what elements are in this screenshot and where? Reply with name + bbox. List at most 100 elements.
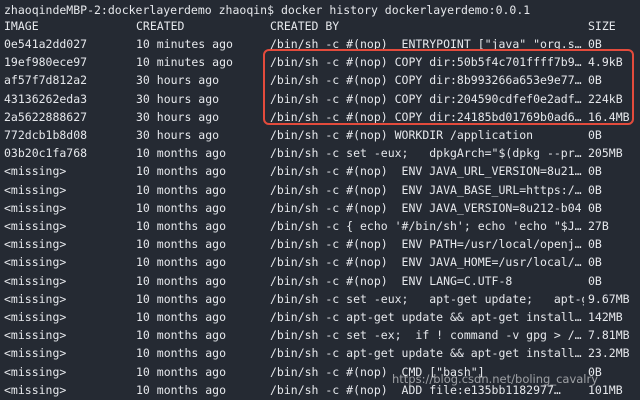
header-image: IMAGE xyxy=(4,19,39,33)
table-row: <missing> 10 months ago/bin/sh -c #(nop) … xyxy=(0,181,640,199)
row-size: 0B xyxy=(588,37,602,51)
row-created-by: /bin/sh -c set -eux; dpkgArch="$(dpkg --… xyxy=(270,146,582,161)
row-created-by: /bin/sh -c #(nop) COPY dir:50b5f4c701fff… xyxy=(270,55,582,70)
row-created: 30 hours ago xyxy=(136,91,220,106)
row-size: 9.67MB xyxy=(588,291,630,306)
row-created-by: /bin/sh -c #(nop) COPY dir:204590cdfef0e… xyxy=(270,91,582,106)
row-created-by: /bin/sh -c apt-get update && apt-get ins… xyxy=(270,346,582,361)
row-created: 10 months ago xyxy=(136,346,227,361)
table-row: <missing> 10 months ago/bin/sh -c set -ex… xyxy=(0,326,640,344)
row-size: 4.9kB xyxy=(588,55,623,70)
row-size: 16.4MB xyxy=(588,109,630,124)
row-size: 7.81MB xyxy=(588,328,630,343)
row-created-by: /bin/sh -c #(nop) COPY dir:8b993266a653e… xyxy=(270,73,582,88)
row-created-by: /bin/sh -c apt-get update && apt-get ins… xyxy=(270,310,582,324)
row-created-by: /bin/sh -c #(nop) ENV JAVA_URL_VERSION=8… xyxy=(270,164,582,179)
row-image-id: <missing> xyxy=(4,310,67,324)
row-created: 10 minutes ago xyxy=(136,37,233,51)
table-header-row: IMAGE CREATED CREATED BY SIZE xyxy=(0,17,640,35)
header-created-by: CREATED BY xyxy=(270,19,340,33)
table-row: 43136262eda3 30 hours ago/bin/sh -c #(nop… xyxy=(0,90,640,108)
table-row: 0e541a2dd027 10 minutes ago/bin/sh -c #(n… xyxy=(0,35,640,53)
row-created: 10 months ago xyxy=(136,328,227,343)
row-created-by: /bin/sh -c #(nop) ENV PATH=/usr/local/op… xyxy=(270,237,582,252)
table-row: <missing> 10 months ago/bin/sh -c apt-get… xyxy=(0,308,640,326)
table-row: 03b20c1fa768 10 months ago/bin/sh -c set … xyxy=(0,144,640,162)
row-image-id: af57f7d812a2 xyxy=(4,73,88,88)
row-created: 10 minutes ago xyxy=(136,55,233,70)
table-row: <missing> 10 months ago/bin/sh -c #(nop) … xyxy=(0,235,640,253)
row-created-by: /bin/sh -c set -eux; apt-get update; apt… xyxy=(270,291,584,306)
row-size: 0B xyxy=(588,273,602,288)
row-image-id: <missing> xyxy=(4,219,67,233)
row-created-by: /bin/sh -c { echo '#/bin/sh'; echo 'echo… xyxy=(270,219,582,233)
row-size: 205MB xyxy=(588,146,623,161)
row-image-id: <missing> xyxy=(4,291,67,306)
table-row: <missing> 10 months ago/bin/sh -c #(nop) … xyxy=(0,272,640,290)
row-created-by: /bin/sh -c set -ex; if ! command -v gpg … xyxy=(270,328,582,343)
row-created: 10 months ago xyxy=(136,364,227,379)
row-image-id: <missing> xyxy=(4,364,67,379)
row-created-by: /bin/sh -c #(nop) COPY dir:24185bd01769b… xyxy=(270,109,582,124)
terminal-window[interactable]: zhaoqindeMBP-2:dockerlayerdemo zhaoqin$ … xyxy=(0,0,640,400)
row-size: 0B xyxy=(588,128,602,142)
table-row: <missing> 10 months ago/bin/sh -c { echo … xyxy=(0,217,640,235)
row-image-id: <missing> xyxy=(4,346,67,361)
row-image-id: <missing> xyxy=(4,200,67,215)
row-created: 30 hours ago xyxy=(136,128,220,142)
row-image-id: <missing> xyxy=(4,182,67,197)
watermark-text: https://blog.csdn.net/boling_cavalry xyxy=(392,372,599,386)
row-image-id: 2a5622888627 xyxy=(4,109,88,124)
row-image-id: <missing> xyxy=(4,273,67,288)
row-created: 10 months ago xyxy=(136,200,227,215)
row-created-by: /bin/sh -c #(nop) ENV JAVA_HOME=/usr/loc… xyxy=(270,255,582,270)
row-created: 10 months ago xyxy=(136,310,227,324)
row-created: 10 months ago xyxy=(136,237,227,252)
row-created: 10 months ago xyxy=(136,219,227,233)
row-image-id: 0e541a2dd027 xyxy=(4,37,88,51)
row-image-id: <missing> xyxy=(4,255,67,270)
row-created: 10 months ago xyxy=(136,182,227,197)
row-size: 0B xyxy=(588,255,602,270)
row-size: 0B xyxy=(588,200,602,215)
table-row: 2a5622888627 30 hours ago/bin/sh -c #(nop… xyxy=(0,108,640,126)
table-row: <missing> 10 months ago/bin/sh -c #(nop) … xyxy=(0,162,640,180)
header-size: SIZE xyxy=(588,19,616,33)
row-created: 10 months ago xyxy=(136,291,227,306)
row-created: 10 months ago xyxy=(136,255,227,270)
table-row: <missing> 10 months ago/bin/sh -c apt-get… xyxy=(0,344,640,362)
row-size: 0B xyxy=(588,73,602,88)
row-size: 0B xyxy=(588,182,602,197)
row-size: 0B xyxy=(588,164,602,179)
row-created-by: /bin/sh -c #(nop) WORKDIR /application xyxy=(270,128,534,142)
row-created-by: /bin/sh -c #(nop) ENV JAVA_VERSION=8u212… xyxy=(270,200,582,215)
row-image-id: 03b20c1fa768 xyxy=(4,146,88,161)
row-created: 10 months ago xyxy=(136,382,227,397)
row-size: 27B xyxy=(588,219,609,233)
row-image-id: 19ef980ece97 xyxy=(4,55,88,70)
table-row: 772dcb1b8d08 30 hours ago/bin/sh -c #(nop… xyxy=(0,126,640,144)
row-created: 30 hours ago xyxy=(136,73,220,88)
header-created: CREATED xyxy=(136,19,185,33)
row-created-by: /bin/sh -c #(nop) ENTRYPOINT ["java" "or… xyxy=(270,37,582,51)
row-image-id: 43136262eda3 xyxy=(4,91,88,106)
row-image-id: 772dcb1b8d08 xyxy=(4,128,88,142)
row-created-by: /bin/sh -c #(nop) ENV JAVA_BASE_URL=http… xyxy=(270,182,582,197)
table-row: <missing> 10 months ago/bin/sh -c #(nop) … xyxy=(0,253,640,271)
table-row: 19ef980ece97 10 minutes ago/bin/sh -c #(n… xyxy=(0,53,640,71)
row-size: 0B xyxy=(588,237,602,252)
table-row: <missing> 10 months ago/bin/sh -c set -eu… xyxy=(0,290,640,308)
row-created: 10 months ago xyxy=(136,146,227,161)
row-image-id: <missing> xyxy=(4,237,67,252)
row-size: 142MB xyxy=(588,310,623,324)
table-row: <missing> 10 months ago/bin/sh -c #(nop) … xyxy=(0,199,640,217)
row-image-id: <missing> xyxy=(4,328,67,343)
row-size: 224kB xyxy=(588,91,623,106)
row-created: 10 months ago xyxy=(136,273,227,288)
row-image-id: <missing> xyxy=(4,164,67,179)
row-created: 10 months ago xyxy=(136,164,227,179)
table-row: af57f7d812a2 30 hours ago/bin/sh -c #(nop… xyxy=(0,71,640,89)
row-created-by: /bin/sh -c #(nop) ENV LANG=C.UTF-8 xyxy=(270,273,513,288)
row-created: 30 hours ago xyxy=(136,109,220,124)
row-size: 23.2MB xyxy=(588,346,630,361)
